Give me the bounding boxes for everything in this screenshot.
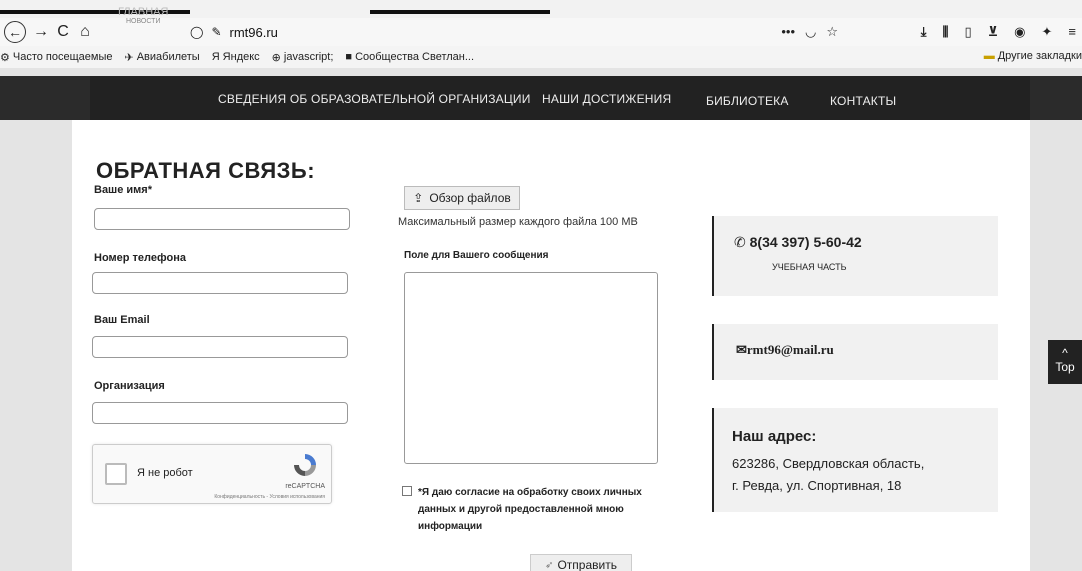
address-line-1: 623286, Свердловская область,: [732, 456, 925, 471]
address-bar[interactable]: ◯ ✎ rmt96.ru: [190, 20, 840, 44]
phone-box: ✆ 8(34 397) 5-60-42 УЧЕБНАЯ ЧАСТЬ: [712, 216, 998, 296]
bookmark-item[interactable]: ⊕ javascript;: [272, 51, 334, 64]
puzzle-icon[interactable]: ✦: [1042, 24, 1053, 40]
page-title: ОБРАТНАЯ СВЯЗЬ:: [96, 158, 316, 183]
bookmark-item[interactable]: Я Яндекс: [212, 51, 260, 63]
shield-icon: ◯: [190, 25, 204, 39]
menu-icon[interactable]: ≡: [1068, 24, 1076, 40]
email-box: ✉rmt96@mail.ru: [712, 324, 998, 380]
recaptcha-logo-icon: [294, 454, 316, 476]
back-button[interactable]: ←: [4, 21, 26, 43]
bookmark-star-icon[interactable]: ☆: [826, 24, 838, 40]
home-button[interactable]: ⌂: [74, 23, 96, 41]
nav-home-label: ГЛАВНАЯ: [118, 6, 169, 18]
globe-icon: ⊕: [271, 51, 281, 64]
other-bookmarks-label: Другие закладки: [997, 50, 1082, 62]
org-field[interactable]: [92, 402, 348, 424]
bookmark-label: javascript;: [283, 51, 334, 63]
message-label: Поле для Вашего сообщения: [404, 250, 549, 261]
sidebar-icon[interactable]: ▯: [964, 24, 971, 40]
yandex-icon: Я: [211, 51, 220, 63]
email-address-text: rmt96@mail.ru: [746, 342, 834, 357]
scroll-to-top-label: Top: [1055, 360, 1075, 374]
bookmark-item[interactable]: ✈ Авиабилеты: [124, 51, 199, 64]
nav-item-library[interactable]: БИБЛИОТЕКА: [706, 94, 789, 108]
name-label: Ваше имя*: [94, 184, 153, 196]
plane-icon: ✈: [124, 51, 134, 64]
message-field[interactable]: [404, 272, 658, 464]
phone-icon: ✆: [734, 234, 750, 250]
recaptcha-brand: reCAPTCHA: [285, 483, 325, 490]
recaptcha-checkbox[interactable]: [105, 463, 127, 485]
download-icon[interactable]: ⤓: [921, 24, 927, 40]
chevron-up-icon: ^: [1062, 346, 1068, 360]
bookmark-label: Сообщества Светлан...: [355, 51, 475, 63]
recaptcha-label: Я не робот: [137, 467, 193, 479]
recaptcha-terms[interactable]: Конфиденциальность - Условия использован…: [214, 494, 325, 500]
phone-number[interactable]: ✆ 8(34 397) 5-60-42: [734, 234, 862, 251]
submit-label: Отправить: [557, 558, 617, 571]
community-icon: ■: [345, 51, 353, 63]
bookmark-label: Часто посещаемые: [12, 51, 113, 63]
submit-button[interactable]: ➶ Отправить: [530, 554, 632, 571]
file-size-note: Максимальный размер каждого файла 100 MB: [398, 216, 638, 228]
page-actions-icon[interactable]: •••: [781, 24, 795, 40]
consent-checkbox[interactable]: [402, 486, 412, 496]
nav-item-achievements[interactable]: НАШИ ДОСТИЖЕНИЯ: [542, 92, 671, 106]
send-icon: ➶: [545, 559, 554, 571]
consent-row: *Я даю согласие на обработку своих личны…: [402, 484, 662, 535]
tab-indicator: [370, 10, 550, 14]
scroll-to-top-button[interactable]: ^ Top: [1048, 340, 1082, 384]
nav-item-contacts[interactable]: КОНТАКТЫ: [830, 94, 896, 108]
recaptcha-widget: Я не робот reCAPTCHA Конфиденциальность …: [92, 444, 332, 504]
url-text: rmt96.ru: [229, 24, 278, 40]
folder-icon: ▬: [983, 50, 995, 62]
email-address[interactable]: ✉rmt96@mail.ru: [736, 342, 834, 358]
cart-icon[interactable]: ⊻: [988, 24, 999, 40]
bookmark-label: Авиабилеты: [136, 51, 200, 63]
org-label: Организация: [94, 380, 165, 392]
gear-icon: ⚙: [0, 51, 10, 64]
bookmark-label: Яндекс: [222, 51, 260, 63]
name-field[interactable]: [94, 208, 350, 230]
other-bookmarks[interactable]: ▬ Другие закладки: [984, 50, 1082, 62]
browse-files-button[interactable]: ⇪ Обзор файлов: [404, 186, 520, 210]
browse-files-label: Обзор файлов: [429, 191, 511, 205]
email-field[interactable]: [92, 336, 348, 358]
address-box: Наш адрес: 623286, Свердловская область,…: [712, 408, 998, 512]
bookmark-item[interactable]: ⚙ Часто посещаемые: [0, 51, 112, 64]
phone-number-text: 8(34 397) 5-60-42: [749, 234, 862, 250]
reload-button[interactable]: C: [52, 23, 74, 41]
address-title: Наш адрес:: [732, 428, 817, 445]
site-icon: ✎: [211, 25, 222, 39]
site-navigation: [0, 76, 1082, 120]
nav-home-sub: НОВОСТИ: [125, 18, 161, 25]
address-line-2: г. Ревда, ул. Спортивная, 18: [732, 478, 902, 493]
bookmarks-bar: ⚙ Часто посещаемые ✈ Авиабилеты Я Яндекс ⊕ j…: [0, 46, 1082, 68]
forward-button[interactable]: →: [30, 23, 52, 41]
email-label: Ваш Email: [94, 314, 150, 326]
phone-label: Номер телефона: [94, 252, 186, 264]
consent-text: *Я даю согласие на обработку своих личны…: [418, 487, 642, 532]
extension-icon[interactable]: ◉: [1014, 24, 1025, 40]
bookmark-item[interactable]: ■ Сообщества Светлан...: [345, 51, 474, 63]
envelope-icon: ✉: [736, 342, 747, 357]
upload-icon: ⇪: [413, 191, 424, 205]
nav-home[interactable]: ГЛАВНАЯ НОВОСТИ: [118, 6, 168, 25]
pocket-icon[interactable]: ◡: [805, 24, 816, 40]
phone-field[interactable]: [92, 272, 348, 294]
phone-department: УЧЕБНАЯ ЧАСТЬ: [772, 262, 847, 272]
library-icon[interactable]: ⫼: [942, 24, 948, 40]
nav-item-about[interactable]: СВЕДЕНИЯ ОБ ОБРАЗОВАТЕЛЬНОЙ ОРГАНИЗАЦИИ: [218, 92, 531, 106]
